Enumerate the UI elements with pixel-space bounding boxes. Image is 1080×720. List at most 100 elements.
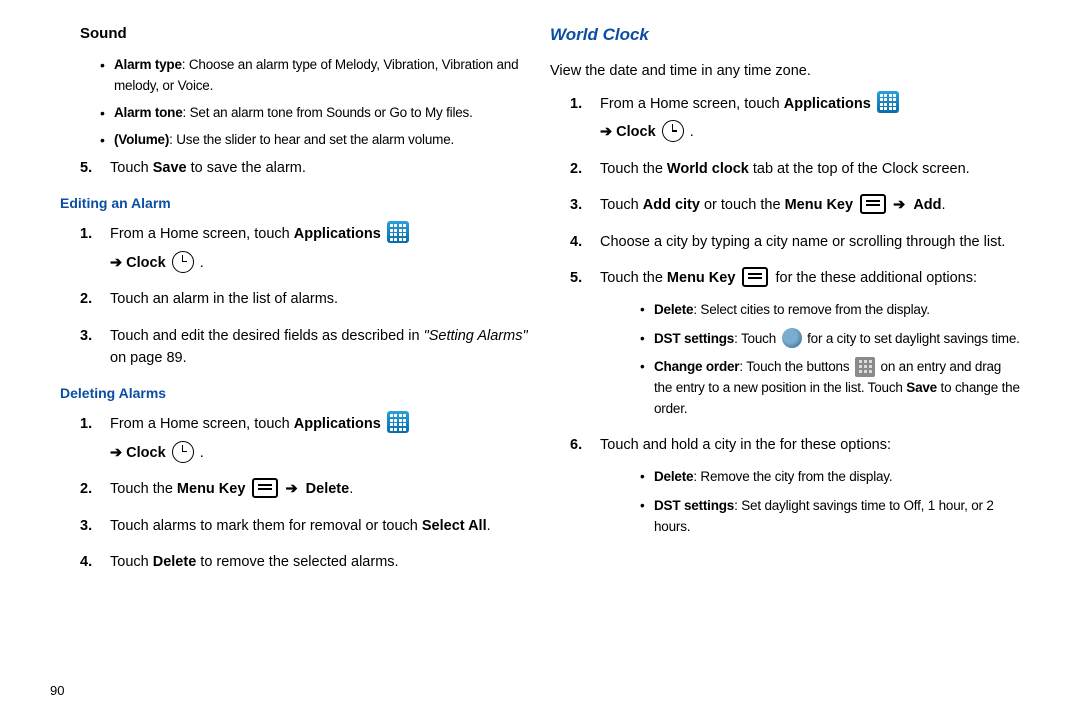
globe-icon — [782, 328, 802, 348]
label: Alarm tone — [114, 105, 183, 120]
step5-bullets: Delete: Select cities to remove from the… — [640, 300, 1020, 421]
editing-heading: Editing an Alarm — [60, 193, 530, 215]
text-pre: Touch alarms to mark them for removal or… — [110, 518, 422, 534]
world-step-2: 2. Touch the World clock tab at the top … — [570, 158, 1020, 180]
apps-label: Applications — [294, 416, 381, 432]
label: Change order — [654, 359, 739, 374]
text-pre: : Touch — [734, 331, 779, 346]
step-number: 1. — [570, 93, 582, 115]
edit-step-1: 1. From a Home screen, touch Application… — [80, 223, 530, 274]
bullet-dst: DST settings: Touch for a city to set da… — [640, 329, 1020, 350]
text-pre: Touch the — [600, 161, 667, 177]
applications-icon — [387, 221, 409, 243]
del-step-4: 4. Touch Delete to remove the selected a… — [80, 551, 530, 573]
menu-key-icon — [860, 194, 886, 214]
step-number: 3. — [570, 194, 582, 216]
deleting-heading: Deleting Alarms — [60, 383, 530, 405]
step-number: 4. — [80, 551, 92, 573]
clock-label: Clock — [126, 445, 166, 461]
text: Touch and hold a city in the for these o… — [600, 437, 891, 453]
clock-label: Clock — [616, 124, 656, 140]
text-pre: Touch and edit the desired fields as des… — [110, 328, 424, 344]
menu-key-icon — [742, 267, 768, 287]
step-number: 5. — [570, 267, 582, 289]
edit-step-3: 3. Touch and edit the desired fields as … — [80, 325, 530, 370]
step-number: 4. — [570, 231, 582, 253]
world-step-3: 3. Touch Add city or touch the Menu Key … — [570, 194, 1020, 216]
addcity-label: Add city — [643, 197, 700, 213]
clock-label: Clock — [126, 255, 166, 271]
text-post: to save the alarm. — [187, 160, 306, 176]
applications-icon — [877, 91, 899, 113]
step-number: 6. — [570, 434, 582, 456]
del-step-2: 2. Touch the Menu Key ➔ Delete. — [80, 478, 530, 500]
text: Touch an alarm in the list of alarms. — [110, 291, 338, 307]
text-post: for the these additional options: — [775, 270, 977, 286]
cont: ➔Clock . — [600, 121, 1020, 143]
world-intro: View the date and time in any time zone. — [550, 60, 1020, 82]
step-number: 1. — [80, 413, 92, 435]
text-pre: : Touch the buttons — [739, 359, 853, 374]
arrow-icon: ➔ — [110, 255, 122, 271]
step-number: 2. — [80, 288, 92, 310]
label: (Volume) — [114, 132, 169, 147]
text-pre: From a Home screen, touch — [110, 226, 294, 242]
clock-icon — [172, 441, 194, 463]
step-number: 3. — [80, 515, 92, 537]
text-post: to remove the selected alarms. — [196, 554, 398, 570]
label: Delete — [654, 469, 693, 484]
world-clock-heading: World Clock — [550, 22, 1020, 48]
text: : Use the slider to hear and set the ala… — [169, 132, 454, 147]
text: : Select cities to remove from the displ… — [693, 302, 930, 317]
step-number: 2. — [80, 478, 92, 500]
label: DST settings — [654, 331, 734, 346]
world-steps: 1. From a Home screen, touch Application… — [570, 93, 1020, 538]
cont: ➔Clock . — [110, 252, 530, 274]
apps-label: Applications — [784, 96, 871, 112]
text-pre: Touch — [110, 554, 153, 570]
menu-label: Menu Key — [785, 197, 854, 213]
menu-label: Menu Key — [667, 270, 736, 286]
bullet-alarm-tone: Alarm tone: Set an alarm tone from Sound… — [100, 103, 530, 124]
page-number: 90 — [50, 683, 64, 698]
text-pre: Touch the — [110, 481, 177, 497]
step-5: 5. Touch Save to save the alarm. — [80, 157, 530, 179]
arrow-icon: ➔ — [285, 481, 297, 497]
label: Delete — [654, 302, 693, 317]
apps-label: Applications — [294, 226, 381, 242]
arrow-icon: ➔ — [600, 124, 612, 140]
text-pre: Touch — [110, 160, 153, 176]
arrow-icon: ➔ — [893, 197, 905, 213]
del-step-1: 1. From a Home screen, touch Application… — [80, 413, 530, 464]
world-step-6: 6. Touch and hold a city in the for thes… — [570, 434, 1020, 537]
manual-page: Sound Alarm type: Choose an alarm type o… — [0, 0, 1080, 720]
bullet-dst2: DST settings: Set daylight savings time … — [640, 496, 1020, 538]
step-number: 2. — [570, 158, 582, 180]
bullet-alarm-type: Alarm type: Choose an alarm type of Melo… — [100, 55, 530, 97]
sound-steps: 5. Touch Save to save the alarm. — [80, 157, 530, 179]
delete-label: Delete — [153, 554, 197, 570]
menu-label: Menu Key — [177, 481, 246, 497]
text-pre: Touch — [600, 197, 643, 213]
drag-handle-icon — [855, 357, 875, 377]
worldclock-label: World clock — [667, 161, 749, 177]
text: Choose a city by typing a city name or s… — [600, 234, 1005, 250]
text-italic: "Setting Alarms" — [424, 328, 528, 344]
text: : Set an alarm tone from Sounds or Go to… — [183, 105, 473, 120]
delete-label: Delete — [306, 481, 350, 497]
del-step-3: 3. Touch alarms to mark them for removal… — [80, 515, 530, 537]
step-number: 1. — [80, 223, 92, 245]
world-step-5: 5. Touch the Menu Key for the these addi… — [570, 267, 1020, 420]
bullet-delete: Delete: Select cities to remove from the… — [640, 300, 1020, 321]
add-label: Add — [913, 197, 941, 213]
text-mid: or touch the — [700, 197, 785, 213]
menu-key-icon — [252, 478, 278, 498]
world-step-4: 4. Choose a city by typing a city name o… — [570, 231, 1020, 253]
selectall-label: Select All — [422, 518, 487, 534]
step-number: 5. — [80, 157, 92, 179]
text-pre: From a Home screen, touch — [600, 96, 784, 112]
step-number: 3. — [80, 325, 92, 347]
text: : Remove the city from the display. — [693, 469, 892, 484]
sound-bullets: Alarm type: Choose an alarm type of Melo… — [100, 55, 530, 151]
bullet-change-order: Change order: Touch the buttons on an en… — [640, 357, 1020, 420]
